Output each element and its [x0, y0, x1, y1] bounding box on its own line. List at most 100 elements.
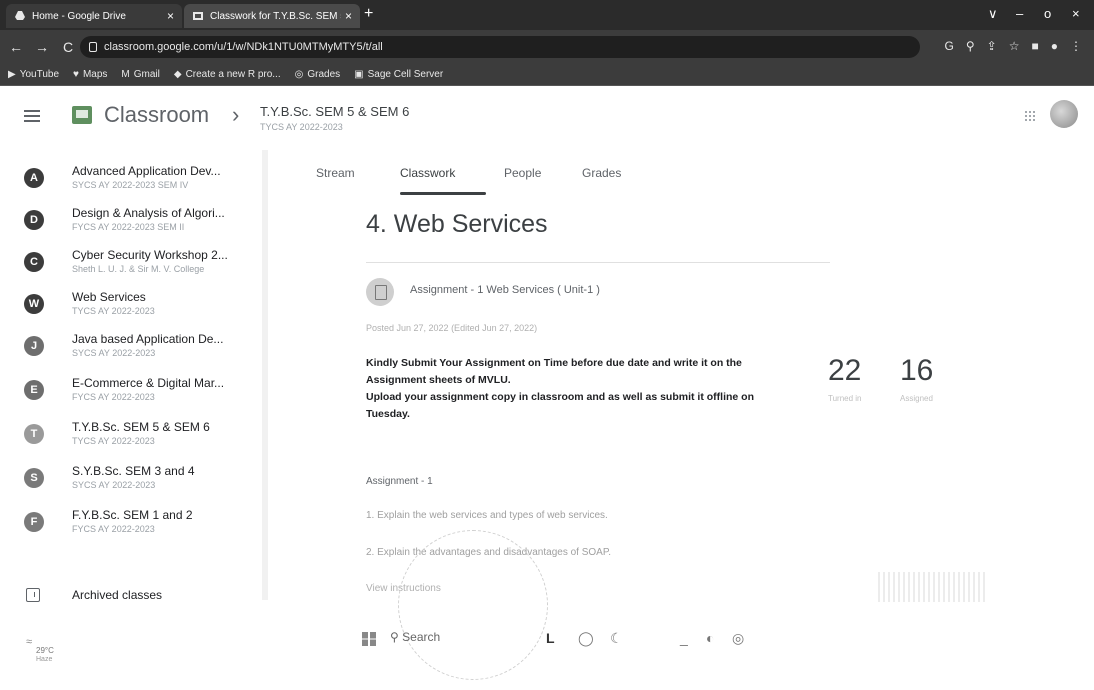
archived-classes-item[interactable]: Archived classes	[0, 580, 272, 610]
course-avatar: S	[24, 468, 44, 488]
bookmark-youtube[interactable]: ▶ YouTube	[8, 69, 59, 80]
course-avatar: T	[24, 424, 44, 444]
google-apps-icon[interactable]	[1024, 110, 1036, 122]
gmail-icon: M	[121, 69, 130, 80]
settings-icon[interactable]: ◎	[732, 630, 744, 647]
taskbar-weather[interactable]: ≈ 29°C Haze	[20, 636, 60, 666]
tab-people[interactable]: People	[504, 166, 541, 180]
profile-icon[interactable]: ●	[1051, 39, 1058, 53]
assignment-icon	[366, 278, 394, 306]
sidebar-course-item[interactable]: T T.Y.B.Sc. SEM 5 & SEM 6 TYCS AY 2022-2…	[0, 414, 272, 460]
tab-stream[interactable]: Stream	[316, 166, 355, 180]
bookmark-maps[interactable]: ♥ Maps	[73, 69, 107, 80]
sidebar-icon[interactable]: ■	[1032, 39, 1039, 53]
google-drive-icon	[14, 10, 26, 22]
course-avatar: D	[24, 210, 44, 230]
active-tab-indicator	[400, 192, 486, 195]
instruction-paragraph: Kindly Submit Your Assignment on Time be…	[366, 357, 742, 386]
close-tab-icon[interactable]: ×	[345, 9, 352, 23]
scribble-overlay	[878, 572, 988, 602]
weather-temp: 29°C	[36, 646, 54, 655]
sidebar-scrollbar[interactable]	[262, 150, 268, 600]
course-section: FYCS AY 2022-2023	[72, 524, 155, 534]
browser-tab-google-drive[interactable]: Home - Google Drive ×	[6, 4, 182, 28]
classroom-header: Classroom › T.Y.B.Sc. SEM 5 & SEM 6 TYCS…	[0, 86, 1094, 150]
sidebar-course-item[interactable]: S S.Y.B.Sc. SEM 3 and 4 SYCS AY 2022-202…	[0, 458, 272, 504]
browser-toolbar-icons: G ⚲ ⇪ ☆ ■ ● ⋮	[945, 39, 1082, 53]
search-icon: ⚲	[390, 630, 399, 644]
turned-in-label: Turned in	[828, 394, 862, 403]
lock-icon	[89, 42, 97, 52]
main-menu-icon[interactable]	[24, 110, 40, 122]
bookmark-sage[interactable]: ▣ Sage Cell Server	[354, 69, 443, 80]
menu-icon[interactable]: ⋮	[1070, 39, 1082, 53]
r-icon: ◆	[173, 69, 182, 80]
tab-grades[interactable]: Grades	[582, 166, 621, 180]
sidebar-course-item[interactable]: F F.Y.B.Sc. SEM 1 and 2 FYCS AY 2022-202…	[0, 502, 272, 548]
url-field[interactable]: classroom.google.com/u/1/w/NDk1NTU0MTMyM…	[80, 36, 920, 58]
new-tab-button[interactable]: +	[364, 6, 373, 22]
forward-icon[interactable]: →	[32, 39, 52, 55]
assignment-title[interactable]: Assignment - 1 Web Services ( Unit-1 )	[410, 284, 600, 296]
sidebar-course-item[interactable]: A Advanced Application Dev... SYCS AY 20…	[0, 158, 272, 204]
course-name: E-Commerce & Digital Mar...	[72, 376, 225, 390]
course-section: SYCS AY 2022-2023 SEM IV	[72, 180, 189, 190]
posted-date: Posted Jun 27, 2022 (Edited Jun 27, 2022…	[366, 323, 538, 333]
reload-icon[interactable]: C	[58, 39, 78, 55]
tab-search-button[interactable]: ∨	[988, 6, 998, 22]
edge-icon[interactable]: ☾	[610, 630, 623, 647]
google-lens-icon[interactable]: G	[945, 39, 954, 53]
back-icon[interactable]: ←	[6, 39, 26, 55]
maximize-button[interactable]: o	[1044, 6, 1051, 21]
tab-classwork[interactable]: Classwork	[400, 166, 455, 180]
bookmark-star-icon[interactable]: ☆	[1009, 39, 1020, 53]
close-window-button[interactable]: ×	[1072, 6, 1080, 21]
bookmarks-bar: ▶ YouTube ♥ Maps M Gmail ◆ Create a new R pr…	[0, 64, 1094, 86]
bookmark-gmail[interactable]: M Gmail	[121, 69, 159, 80]
sidebar-course-item[interactable]: D Design & Analysis of Algori... FYCS AY…	[0, 200, 272, 246]
windows-start-icon[interactable]	[362, 632, 376, 646]
instruction-paragraph: Upload your assignment copy in classroom…	[366, 391, 754, 420]
classroom-logo-icon[interactable]	[72, 106, 92, 124]
course-avatar: F	[24, 512, 44, 532]
topic-title: 4. Web Services	[366, 210, 548, 238]
course-name: Design & Analysis of Algori...	[72, 206, 225, 220]
folder-icon[interactable]: _	[680, 630, 688, 646]
sage-icon: ▣	[354, 69, 364, 80]
taskbar-search[interactable]: ⚲ Search	[390, 630, 440, 644]
classroom-tabs: Stream Classwork People Grades	[300, 160, 700, 194]
browser-tab-bar: Home - Google Drive × Classwork for T.Y.…	[0, 0, 1094, 30]
chrome-icon[interactable]: ◐	[706, 630, 714, 646]
bookmark-grades[interactable]: ◎ Grades	[295, 69, 341, 80]
topic-divider	[366, 262, 830, 263]
classroom-favicon-icon	[192, 10, 204, 22]
taskbar-app-icon[interactable]: L	[546, 630, 555, 646]
weather-desc: Haze	[36, 656, 53, 663]
assignment-heading: Assignment - 1	[366, 476, 433, 487]
course-section: SYCS AY 2022-2023	[72, 480, 156, 490]
sidebar-course-item[interactable]: J Java based Application De... SYCS AY 2…	[0, 326, 272, 372]
archived-classes-label: Archived classes	[72, 588, 163, 602]
sidebar-course-item[interactable]: E E-Commerce & Digital Mar... FYCS AY 20…	[0, 370, 272, 416]
archive-icon	[26, 588, 40, 602]
chevron-right-icon: ›	[232, 102, 240, 127]
course-avatar: C	[24, 252, 44, 272]
app-title[interactable]: Classroom	[104, 102, 209, 128]
course-avatar: E	[24, 380, 44, 400]
taskbar-search-label: Search	[402, 630, 441, 644]
account-avatar[interactable]	[1050, 100, 1078, 128]
course-title: T.Y.B.Sc. SEM 5 & SEM 6	[260, 104, 410, 119]
bookmark-r-project[interactable]: ◆ Create a new R pro...	[174, 69, 281, 80]
close-tab-icon[interactable]: ×	[167, 9, 174, 23]
turned-in-count[interactable]: 22	[828, 354, 861, 388]
sidebar-course-item[interactable]: C Cyber Security Workshop 2... Sheth L. …	[0, 242, 272, 288]
zoom-icon[interactable]: ⚲	[966, 39, 975, 53]
minimize-button[interactable]: –	[1016, 6, 1023, 21]
share-icon[interactable]: ⇪	[987, 39, 997, 53]
course-name: Web Services	[72, 290, 146, 304]
url-text: classroom.google.com/u/1/w/NDk1NTU0MTMyM…	[104, 41, 383, 53]
sidebar-course-item[interactable]: W Web Services TYCS AY 2022-2023	[0, 284, 272, 330]
assigned-count[interactable]: 16	[900, 354, 933, 388]
chat-icon[interactable]: ◯	[578, 630, 594, 647]
browser-tab-classwork[interactable]: Classwork for T.Y.B.Sc. SEM 5 & S ×	[184, 4, 360, 28]
